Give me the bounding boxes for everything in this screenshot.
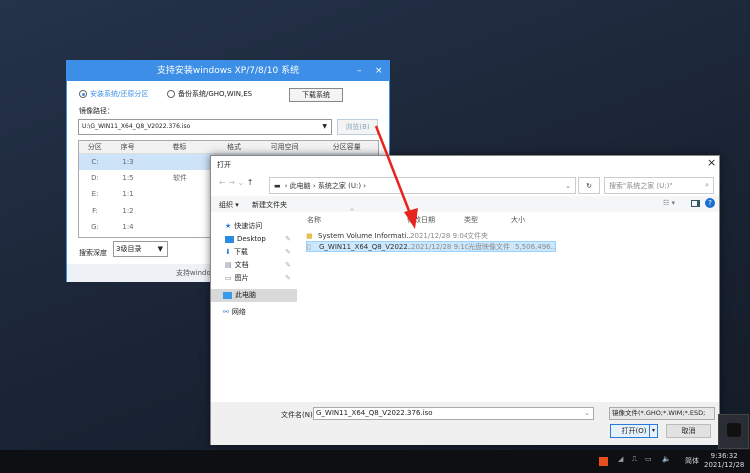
volume-icon[interactable]: 🔈 bbox=[662, 455, 671, 463]
usb-icon[interactable]: ⎍ bbox=[632, 455, 637, 464]
taskbar: ◢ ⎍ ▭ 🔈 简体 9:36:32 2021/12/28 bbox=[0, 450, 750, 473]
annotation-arrow bbox=[374, 125, 418, 229]
battery-icon[interactable]: ▭ bbox=[645, 455, 652, 463]
ime-indicator[interactable]: 简体 bbox=[685, 456, 699, 466]
network-tray-icon[interactable]: ◢ bbox=[618, 455, 623, 463]
clock-time: 9:36:32 bbox=[710, 452, 738, 460]
app-tray-icon[interactable] bbox=[599, 457, 608, 466]
clock[interactable]: 9:36:32 2021/12/28 bbox=[704, 452, 744, 470]
arrow-line bbox=[374, 125, 413, 217]
clock-date: 2021/12/28 bbox=[704, 461, 745, 469]
arrow-head bbox=[404, 208, 418, 229]
window-thumbnail[interactable] bbox=[718, 414, 749, 449]
